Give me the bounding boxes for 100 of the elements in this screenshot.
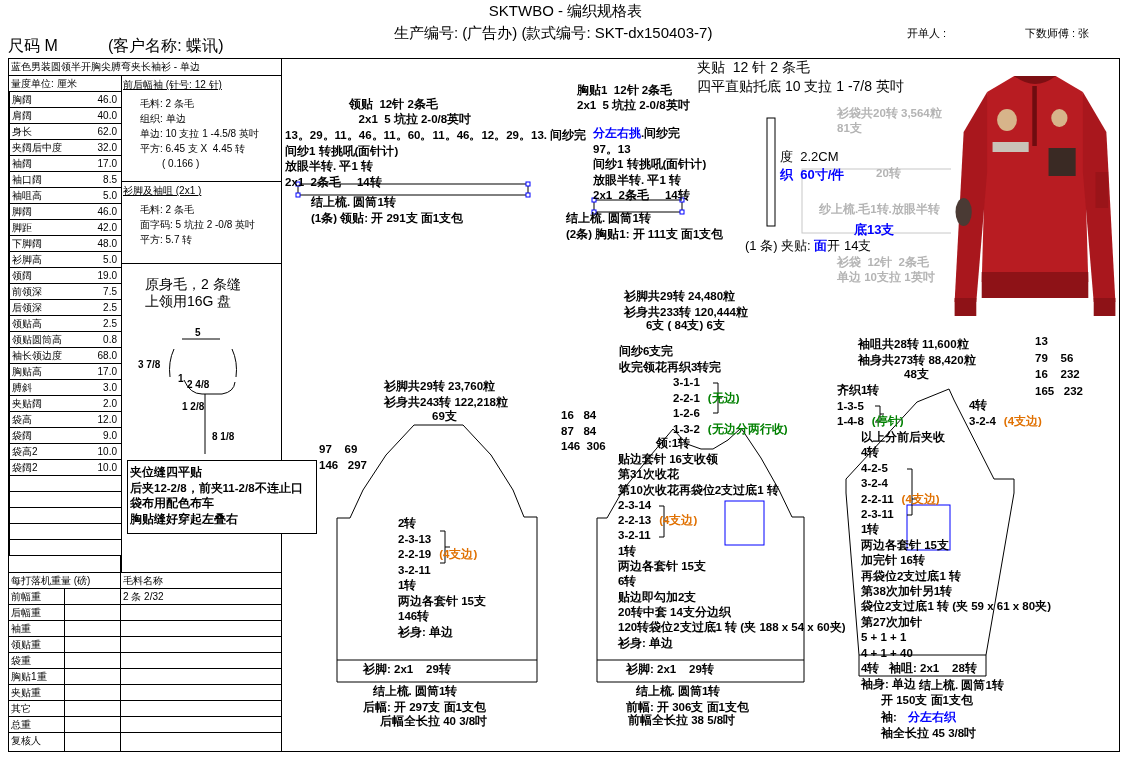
measure-label: 袋阔2 — [9, 460, 75, 476]
note-text: 20转 — [876, 166, 901, 181]
note-text: 4-2-5 — [861, 460, 888, 476]
note-text: 结上梳. 圆筒1转 — [634, 684, 721, 699]
note-text: 胸贴1 12针 2条毛 — [577, 83, 673, 98]
note-text: 以上分前后夹收 — [861, 430, 945, 445]
measure-value: 8.5 — [75, 172, 121, 188]
dimension-label: 3 7/8 — [138, 359, 161, 370]
note-text: 1-3-2 — [673, 422, 700, 435]
note-text: 四平直贴托底 10 支拉 1 -7/8 英吋 — [697, 77, 904, 96]
section-heading: 衫脚及袖咀 (2x1 ) — [122, 184, 202, 198]
note-text: 袋位2支过底1 转 (夹 59 x 61 x 80夹) — [861, 599, 1051, 615]
note-text: 领:1转 — [656, 436, 691, 451]
note-text: 2转 — [398, 516, 417, 531]
unit-label: 量度单位: 厘米 — [9, 76, 121, 92]
highlight-text: (停针) — [871, 415, 904, 427]
measure-label: 袖长领边度 — [9, 348, 75, 364]
spec-text: 毛料: 2 条毛 — [139, 97, 194, 111]
measure-value: 2.5 — [75, 316, 121, 332]
note-text: 2x1 5 坑拉 2-0/8英吋 — [357, 112, 472, 127]
note-text: 收完领花再织3转完 — [619, 359, 722, 375]
note-text: 97 69 — [319, 442, 358, 457]
measure-label: 脚距 — [9, 220, 75, 236]
note-text: 结上梳. 圆筒1转 — [566, 211, 651, 226]
note-text: 第10次收花再袋位2支过底1 转 — [618, 482, 779, 498]
note-text: 第31次收花 — [618, 467, 679, 483]
note-text: 齐织1转 — [837, 383, 880, 398]
production-number: 生产编号: (广告办) (款式编号: SKT-dx150403-7) — [394, 24, 714, 43]
measure-label: 袖阔 — [9, 156, 75, 172]
note-text: 5 + 1 + 1 — [861, 630, 907, 646]
note-text: 20转中套 14支分边织 — [618, 604, 731, 620]
weight-label: 总重 — [9, 717, 65, 732]
note-text: 后幅全长拉 40 3/8吋 — [380, 714, 488, 729]
note-text: 袖身: 单边 — [861, 676, 917, 692]
collar-note: 上领用16G 盘 — [145, 293, 232, 310]
note-text: 袖全长拉 45 3/8吋 — [881, 726, 977, 741]
weight-heading: 每打落机重量 (磅) — [9, 573, 121, 588]
yarn-heading: 毛料名称 — [122, 574, 164, 588]
measure-value: 17.0 — [75, 364, 121, 380]
measure-value: 48.0 — [75, 236, 121, 252]
note-text: 13。29。11。46。11。60。11。46。12。29。13. 间纱完 — [285, 128, 587, 143]
measure-label: 下脚阔 — [9, 236, 75, 252]
measure-label: 后领深 — [9, 300, 75, 316]
note-text: 2-3-13 — [398, 531, 432, 547]
note-text: 单边 10支拉 1英吋 — [837, 270, 935, 285]
highlight-text: (4支边) — [659, 514, 698, 527]
note-text: 16 84 — [561, 408, 597, 423]
note-text: 衫身共243转 122,218粒 — [384, 395, 508, 410]
note-text: 夹贴 12 针 2 条毛 — [697, 58, 810, 77]
note-text: 4 + 1 + 40 — [861, 645, 913, 661]
note-text: 146转 — [398, 609, 430, 624]
note-text: 2-2-11 — [861, 492, 894, 505]
note-text: 146 297 — [319, 458, 367, 473]
bracket-line — [712, 382, 723, 414]
note-text: (1条) 领贴: 开 291支 面1支包 — [311, 210, 464, 226]
note-text: 结上梳. 圆筒1转 — [311, 195, 396, 210]
note-text: 2-2-19 — [398, 548, 432, 560]
note-text: 加完针 16转 — [861, 553, 925, 569]
note-text: (1 条) 夹贴: — [745, 238, 812, 253]
note-text: 两边各套针 15支 — [398, 593, 486, 609]
highlight-text: (无边) — [707, 391, 740, 404]
note-text: 两边各套针 15支 — [861, 537, 949, 553]
note-text: 袖咀: 2x1 28转 — [889, 661, 977, 676]
section-heading: 前后幅袖 (针号: 12 针) — [122, 78, 222, 92]
measure-value: 46.0 — [75, 92, 121, 108]
note-text: 领贴 12针 2条毛 — [349, 97, 438, 112]
note-text: 衫脚共29转 23,760粒 — [384, 379, 496, 394]
yarn-value: 2 条 2/32 — [122, 590, 165, 604]
spec-text: 平方: 6.45 支 X 4.45 转 — [139, 142, 246, 156]
measure-label: 领贴圆筒高 — [9, 332, 75, 348]
note-text: 87 84 — [561, 423, 597, 439]
measure-value: 62.0 — [75, 124, 121, 140]
note-text: 146 306 — [561, 439, 606, 454]
note-text: 衫身: 单边 — [618, 635, 674, 651]
highlight-text: (无边分两行收) — [707, 422, 788, 435]
note-text: 69支 — [432, 409, 457, 424]
measure-value: 42.0 — [75, 220, 121, 236]
measure-value: 5.0 — [75, 252, 121, 268]
note-text: 纱上梳.毛1转.放眼半转 — [819, 202, 940, 217]
weight-label: 领贴重 — [9, 637, 65, 652]
spec-text: ( 0.166 ) — [161, 157, 200, 171]
note-text: 前幅全长拉 38 5/8吋 — [628, 713, 736, 728]
note-text: 衫身: 单边 — [398, 624, 454, 640]
measure-value: 10.0 — [75, 460, 121, 476]
dimension-label: 2 4/8 — [187, 379, 210, 390]
weight-label: 复核人 — [9, 733, 65, 751]
highlight-text: (4支边) — [1003, 414, 1042, 427]
measure-value: 7.5 — [75, 284, 121, 300]
measure-value: 19.0 — [75, 268, 121, 284]
measure-value: 40.0 — [75, 108, 121, 124]
sewing-note: 袋布用配色布车 — [130, 496, 214, 511]
measure-label: 袖咀高 — [9, 188, 75, 204]
note-text: 6转 — [618, 574, 637, 590]
note-text: 再袋位2支过底1 转 — [861, 568, 961, 584]
note-text: 81支 — [837, 121, 862, 136]
measure-label: 胸阔 — [9, 92, 75, 108]
note-text: 贴边套针 16支收领 — [618, 452, 718, 467]
note-text: 袖身共273转 88,420粒 — [858, 353, 976, 368]
sewing-note: 后夹12-2/8，前夹11-2/8不连止口 — [130, 480, 303, 496]
note-text: 第27次加针 — [861, 614, 922, 630]
